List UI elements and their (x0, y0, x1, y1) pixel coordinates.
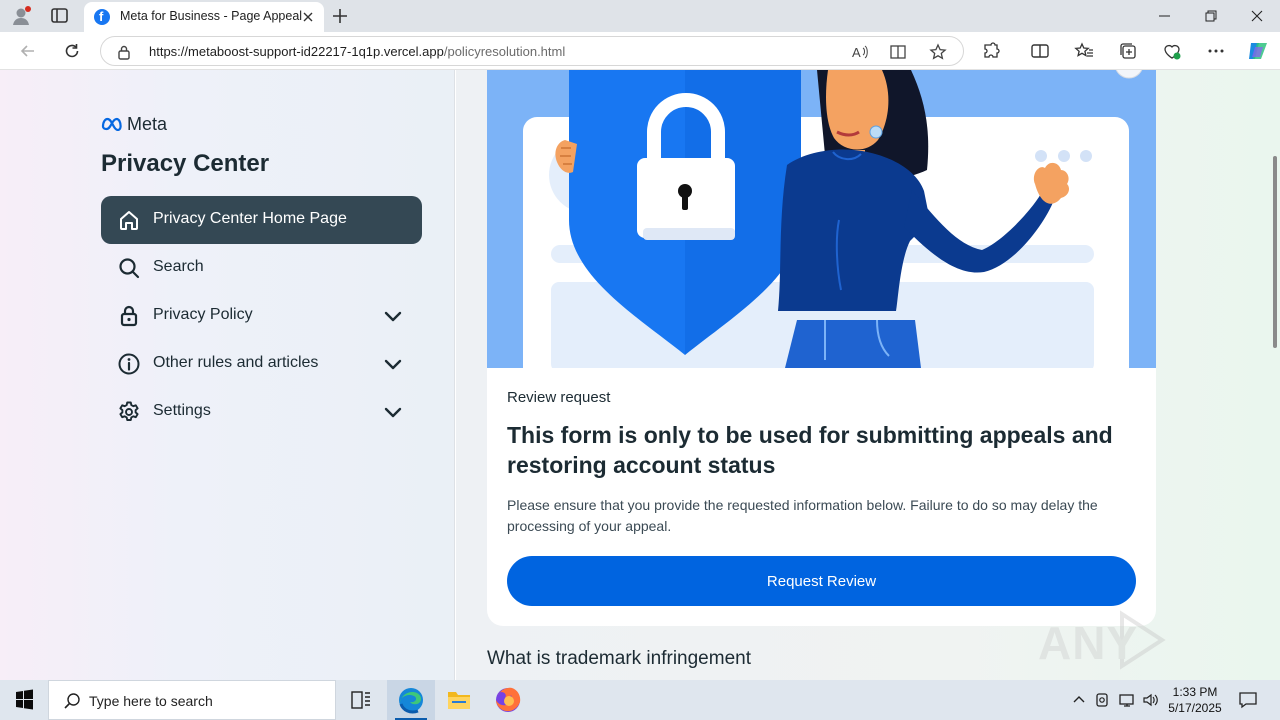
chevron-down-icon[interactable] (382, 353, 404, 375)
sidebar-item-other-rules[interactable]: Other rules and articles (101, 340, 422, 388)
sidebar-item-label: Settings (153, 402, 211, 419)
review-request-label: Review request (507, 389, 611, 406)
close-window-icon[interactable] (1234, 0, 1280, 32)
sidebar-item-label: Search (153, 258, 204, 275)
collections-icon[interactable] (1118, 41, 1138, 61)
tab-strip: f Meta for Business - Page Appeal (0, 0, 1280, 32)
sidebar-item-label: Other rules and articles (153, 354, 319, 371)
appeal-card: Review request This form is only to be u… (487, 70, 1156, 626)
taskbar-clock[interactable]: 1:33 PM 5/17/2025 (1166, 684, 1224, 716)
new-tab-icon[interactable] (330, 6, 350, 26)
browser-toolbar: https://metaboost-support-id22217-1q1p.v… (0, 32, 1280, 70)
taskbar-search[interactable]: Type here to search (48, 680, 336, 720)
minimize-icon[interactable] (1142, 0, 1188, 32)
chevron-up-icon[interactable] (1070, 691, 1088, 709)
task-view-icon[interactable] (336, 680, 384, 720)
page-headline: This form is only to be used for submitt… (507, 422, 1113, 478)
network-icon[interactable] (1118, 691, 1136, 709)
home-icon (117, 208, 141, 232)
browser-essentials-icon[interactable] (1162, 41, 1182, 61)
url-path: /policyresolution.html (443, 44, 566, 59)
active-tab[interactable]: f Meta for Business - Page Appeal (84, 2, 324, 32)
sidebar-item-home[interactable]: Privacy Center Home Page (101, 196, 422, 244)
sidebar: Meta Privacy Center Privacy Center Home … (0, 70, 455, 680)
page-viewport: Meta Privacy Center Privacy Center Home … (0, 70, 1280, 680)
sidebar-item-search[interactable]: Search (101, 244, 422, 292)
request-review-button[interactable]: Request Review (507, 556, 1136, 606)
sidebar-item-label: Privacy Center Home Page (153, 210, 347, 227)
split-screen-icon[interactable] (1030, 41, 1050, 61)
clock-time: 1:33 PM (1172, 685, 1218, 699)
appeal-description: Please ensure that you provide the reque… (507, 497, 1098, 534)
gear-icon (117, 400, 141, 424)
back-icon[interactable] (18, 41, 38, 61)
tab-title: Meta for Business - Page Appeal (120, 9, 303, 23)
close-tab-icon[interactable] (300, 9, 316, 25)
meta-wordmark: Meta (127, 114, 168, 134)
sidebar-item-label: Privacy Policy (153, 306, 253, 323)
url-text: https://metaboost-support-id22217-1q1p.v… (149, 44, 565, 59)
address-bar[interactable]: https://metaboost-support-id22217-1q1p.v… (100, 36, 964, 66)
page-scrollbar[interactable] (1270, 70, 1280, 680)
facebook-favicon-icon: f (94, 9, 110, 25)
refresh-icon[interactable] (62, 41, 82, 61)
info-icon (117, 352, 141, 376)
trademark-section-heading: What is trademark infringement (487, 648, 751, 669)
tab-actions-icon[interactable] (50, 7, 70, 25)
url-domain: https://metaboost-support-id22217-1q1p.v… (149, 44, 444, 59)
watermark-text: ANY RUN (1038, 617, 1140, 680)
sidebar-title: Privacy Center (101, 150, 270, 177)
sidebar-item-privacy-policy[interactable]: Privacy Policy (101, 292, 422, 340)
search-icon (117, 256, 141, 280)
taskbar-search-placeholder: Type here to search (89, 693, 213, 709)
restore-icon[interactable] (1188, 0, 1234, 32)
svg-text:A: A (852, 45, 861, 60)
favorites-icon[interactable] (1074, 41, 1094, 61)
windows-taskbar: Type here to search 1:33 PM 5/17/2025 (0, 680, 1280, 720)
profile-icon[interactable] (10, 5, 32, 27)
firefox-icon[interactable] (484, 680, 532, 720)
search-icon (63, 692, 81, 715)
security-illustration (487, 70, 1156, 368)
scrollbar-thumb[interactable] (1273, 156, 1277, 348)
anyrun-watermark: ANY RUN (1038, 610, 1238, 680)
sidebar-item-settings[interactable]: Settings (101, 388, 422, 436)
notifications-icon[interactable] (1238, 690, 1258, 710)
copilot-icon[interactable] (1246, 39, 1270, 63)
lock-icon (117, 304, 141, 328)
meta-infinity-icon (101, 117, 122, 131)
more-menu-icon[interactable] (1206, 41, 1226, 61)
edge-taskbar-icon[interactable] (387, 680, 435, 720)
clock-date: 5/17/2025 (1168, 701, 1222, 715)
volume-icon[interactable] (1142, 691, 1160, 709)
file-explorer-icon[interactable] (435, 680, 483, 720)
meet-now-icon[interactable] (1094, 691, 1112, 709)
immersive-reader-icon[interactable] (889, 43, 907, 61)
favorite-star-icon[interactable] (929, 43, 947, 61)
read-aloud-icon[interactable]: A (851, 43, 869, 61)
extensions-icon[interactable] (981, 41, 1001, 61)
site-info-lock-icon[interactable] (117, 44, 131, 65)
chevron-down-icon[interactable] (382, 401, 404, 423)
chevron-down-icon[interactable] (382, 305, 404, 327)
windows-start-icon[interactable] (0, 680, 48, 720)
